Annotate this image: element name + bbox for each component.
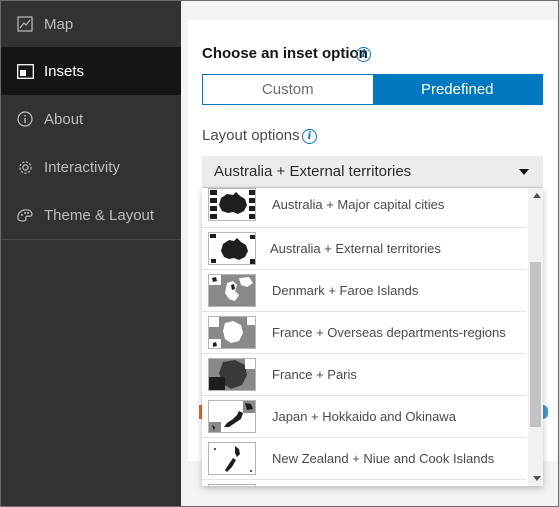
info-icon [16,110,34,128]
list-item-label: Australia + Major capital cities [272,197,445,212]
layout-options-select[interactable]: Australia + External territories [202,156,543,188]
layout-selected-value: Australia + External territories [214,163,412,180]
panel-top-strip [181,0,559,20]
australia-thumbnail [208,232,256,265]
list-item-label: Australia + External territories [270,241,441,256]
sidebar-item-label: Theme & Layout [44,206,155,224]
sidebar-item-label: About [44,110,84,128]
scrollbar-thumb[interactable] [530,262,541,427]
sidebar-divider [0,239,181,240]
sidebar-item-label: Map [44,15,74,33]
list-item[interactable]: Australia + External territories [202,228,526,269]
sidebar-item-interactivity[interactable]: Interactivity [0,143,181,191]
sidebar-item-label: Insets [44,62,85,80]
map-icon [16,15,34,33]
new-zealand-thumbnail [208,442,256,475]
list-item[interactable]: France + Overseas departments-regions [202,312,526,353]
sidebar-item-map[interactable]: Map [0,0,181,48]
japan-thumbnail [208,400,256,433]
layout-options-dropdown: Australia + Major capital cities Austral… [202,188,543,486]
inset-option-toggle: Custom Predefined [202,74,543,105]
list-item-label: France + Paris [272,367,357,382]
gear-icon [16,158,34,176]
list-item[interactable]: Australia + Major capital cities [202,188,526,225]
denmark-thumbnail [208,274,256,307]
list-item-label: Japan + Hokkaido and Okinawa [272,409,456,424]
france-thumbnail [208,358,256,391]
custom-button[interactable]: Custom [203,75,373,104]
palette-icon [16,206,34,224]
list-item-label: Denmark + Faroe Islands [272,283,419,298]
predefined-button[interactable]: Predefined [372,75,542,104]
list-item[interactable]: Japan + Hokkaido and Okinawa [202,396,526,437]
list-item-label: New Zealand + Niue and Cook Islands [272,451,495,466]
list-item-label: France + Overseas departments-regions [272,325,506,340]
list-item[interactable]: New Zealand + Niue and Cook Islands [202,438,526,479]
scroll-up-arrow-icon[interactable] [533,193,541,198]
layout-options-label: Layout options [202,127,300,144]
inset-option-title: Choose an inset option [202,45,368,62]
sidebar: Map Insets About Interactivity Theme & L… [0,0,181,507]
info-icon[interactable]: i [302,129,317,144]
sidebar-item-label: Interactivity [44,158,120,176]
list-item[interactable]: France + Paris [202,354,526,395]
sidebar-item-insets[interactable]: Insets [0,47,181,95]
map-thumbnail [208,484,256,486]
info-icon[interactable]: i [356,47,371,62]
australia-thumbnail [208,188,256,221]
caret-down-icon [519,169,529,175]
list-item[interactable]: Denmark + Faroe Islands [202,270,526,311]
insets-icon [16,62,34,80]
list-item[interactable] [202,480,526,486]
scroll-down-arrow-icon[interactable] [533,476,541,481]
sidebar-item-theme-layout[interactable]: Theme & Layout [0,191,181,239]
sidebar-item-about[interactable]: About [0,95,181,143]
france-thumbnail [208,316,256,349]
